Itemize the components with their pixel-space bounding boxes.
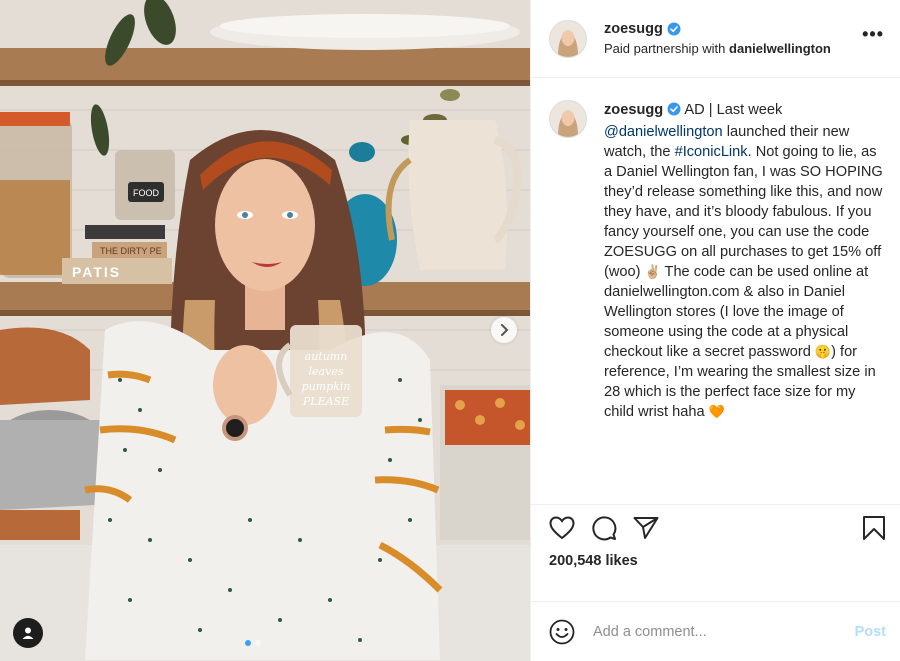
avatar-image <box>550 20 586 57</box>
partnership-prefix: Paid partnership with <box>604 41 726 56</box>
post-photo[interactable]: FOOD THE DIRTY PE PATIS autumn leaves pu… <box>0 0 530 661</box>
instagram-post: FOOD THE DIRTY PE PATIS autumn leaves pu… <box>0 0 900 661</box>
partnership-brand-link[interactable]: danielwellington <box>729 41 831 56</box>
bookmark-icon <box>863 516 885 540</box>
post-header: zoesugg Paid partnership with danielwell… <box>531 0 900 78</box>
user-tag-button[interactable] <box>13 618 43 648</box>
carousel-dot <box>255 640 261 646</box>
svg-text:PATIS: PATIS <box>72 264 121 280</box>
caption-text: . Not going to lie, as a Daniel Wellingt… <box>604 144 883 280</box>
svg-text:autumn: autumn <box>305 350 348 363</box>
comment-bar: Post <box>531 601 900 661</box>
carousel-indicator <box>245 640 261 646</box>
author-username[interactable]: zoesugg <box>604 21 862 37</box>
save-button[interactable] <box>862 515 886 541</box>
svg-text:pumpkin: pumpkin <box>302 380 351 393</box>
action-bar <box>531 504 900 551</box>
comment-button[interactable] <box>591 515 617 541</box>
comment-input[interactable] <box>591 622 855 641</box>
carousel-dot-active <box>245 640 251 646</box>
heart-icon <box>549 516 575 540</box>
user-tag-icon <box>22 627 34 639</box>
caption-hashtag-link[interactable]: #IconicLink <box>675 144 748 160</box>
caption-body: AD | Last week @danielwellington launche… <box>604 102 883 420</box>
caption-mention-link[interactable]: @danielwellington <box>604 124 723 140</box>
caption-text: AD | Last week <box>681 102 783 118</box>
verified-badge-icon <box>667 102 681 122</box>
caption-emoji: 🧡 <box>708 404 725 419</box>
smiley-icon <box>549 619 575 644</box>
post-caption: zoesugg AD | Last week @danielwellington… <box>604 100 886 422</box>
svg-text:FOOD: FOOD <box>133 188 159 198</box>
chevron-right-icon <box>501 324 509 336</box>
emoji-picker-button[interactable] <box>549 619 575 645</box>
photo-scene: FOOD THE DIRTY PE PATIS autumn leaves pu… <box>0 0 530 661</box>
likes-count[interactable]: 200,548 likes <box>531 551 900 601</box>
author-avatar[interactable] <box>549 19 587 58</box>
paper-plane-icon <box>633 517 659 539</box>
caption-username[interactable]: zoesugg <box>604 102 663 118</box>
like-button[interactable] <box>549 516 575 540</box>
avatar-image <box>550 101 586 137</box>
caption-author-avatar[interactable] <box>549 100 587 138</box>
verified-badge-icon <box>667 22 681 36</box>
post-side-panel: zoesugg Paid partnership with danielwell… <box>530 0 900 661</box>
carousel-next-button[interactable] <box>491 317 517 343</box>
paid-partnership-label: Paid partnership with danielwellington <box>604 41 862 56</box>
more-options-icon[interactable]: ••• <box>862 24 884 45</box>
svg-text:leaves: leaves <box>309 365 344 378</box>
svg-text:THE DIRTY PE: THE DIRTY PE <box>100 246 162 256</box>
svg-text:PLEASE: PLEASE <box>302 395 349 408</box>
comment-icon <box>592 516 617 541</box>
share-button[interactable] <box>633 516 659 540</box>
caption-emoji: ✌🏼 <box>644 264 661 279</box>
caption-emoji: 🤫 <box>814 344 832 359</box>
caption-area: zoesugg AD | Last week @danielwellington… <box>531 78 900 504</box>
post-comment-button[interactable]: Post <box>855 624 886 640</box>
header-text: zoesugg Paid partnership with danielwell… <box>604 21 862 56</box>
author-username-text[interactable]: zoesugg <box>604 21 663 37</box>
